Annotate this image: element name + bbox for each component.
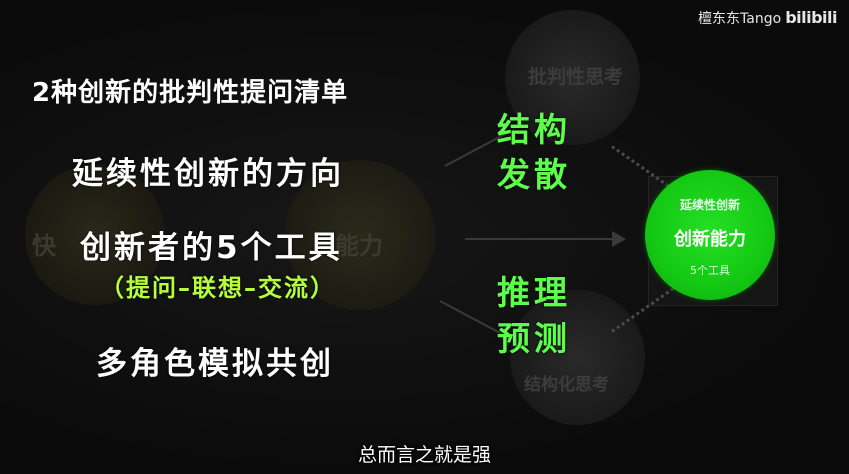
video-subtitle: 总而言之就是强 <box>357 444 491 466</box>
faded-label-bottom: 结构化思考 <box>524 375 609 395</box>
bilibili-logo-icon: bilibili <box>785 8 837 27</box>
list-item-3: 多角色模拟共创 <box>96 346 334 382</box>
arrow-middle-line <box>465 238 615 240</box>
list-item-2-detail: （提问–联想–交流） <box>100 274 336 302</box>
green-label-reasoning: 推理 <box>497 273 571 312</box>
green-label-structure: 结构 <box>497 110 571 149</box>
circle-bottom-label: 5个工具 <box>690 264 730 277</box>
dotted-connector-top <box>611 145 675 191</box>
green-label-prediction: 预测 <box>497 319 571 358</box>
circle-main-label: 创新能力 <box>674 229 746 250</box>
innovation-ability-circle: 延续性创新 创新能力 5个工具 <box>645 170 775 300</box>
arrow-right-icon <box>612 231 626 247</box>
green-label-divergence: 发散 <box>497 155 571 194</box>
watermark: 檀东东Tango bilibili <box>698 8 837 28</box>
uploader-name: 檀东东Tango <box>698 11 782 27</box>
list-item-2: 创新者的5个工具 <box>80 230 343 266</box>
circle-top-label: 延续性创新 <box>679 198 740 212</box>
slide-title: 2种创新的批判性提问清单 <box>32 78 349 108</box>
video-frame: 批判性思考 结构化思考 快 能力 2种创新的批判性提问清单 延续性创新的方向 创… <box>0 0 849 474</box>
faded-label-left: 快 <box>32 232 56 260</box>
faded-label-top: 批判性思考 <box>528 66 624 88</box>
list-item-1: 延续性创新的方向 <box>72 156 344 192</box>
